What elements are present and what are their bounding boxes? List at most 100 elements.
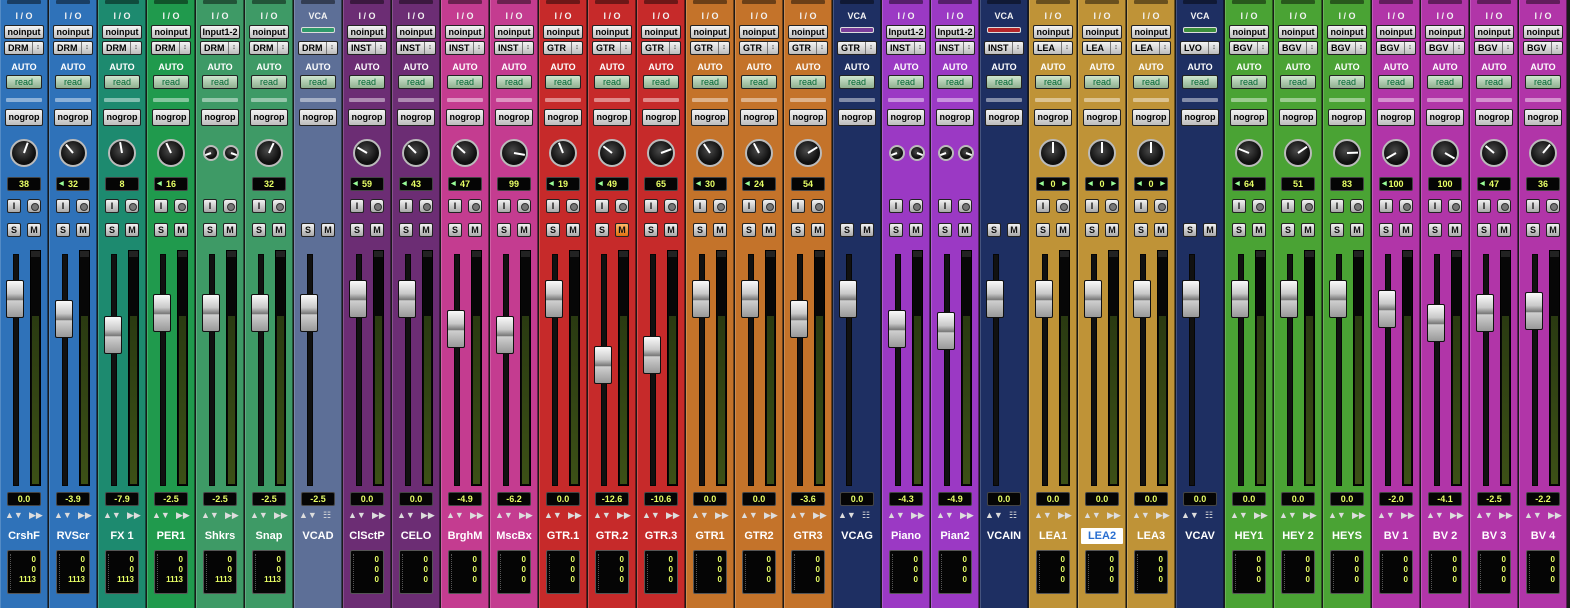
input-monitor-button[interactable]: I	[938, 199, 952, 213]
record-enable-button[interactable]	[615, 199, 629, 213]
volume-fader-handle[interactable]	[153, 294, 171, 332]
vca-assign-icon[interactable]: ☷	[323, 510, 331, 521]
volume-fader-handle[interactable]	[398, 280, 416, 318]
solo-button[interactable]: S	[791, 223, 805, 237]
mute-button[interactable]: M	[468, 223, 482, 237]
volume-fader-handle[interactable]	[349, 280, 367, 318]
track-name[interactable]: HEY 2	[1277, 528, 1319, 544]
pan-knob-icon[interactable]	[157, 139, 185, 167]
group-button[interactable]: nogrop	[593, 109, 631, 126]
output-selector[interactable]: INST ↕	[935, 41, 975, 55]
output-selector[interactable]: GTR ↕	[641, 41, 681, 55]
up-down-arrow-icon[interactable]: ▲▼	[887, 510, 905, 520]
record-enable-button[interactable]	[1350, 199, 1364, 213]
mute-button[interactable]: M	[517, 223, 531, 237]
automation-arrow-icon[interactable]: ▶▶	[519, 510, 533, 521]
pan-knob-icon[interactable]	[1137, 139, 1165, 167]
input-monitor-button[interactable]: I	[1330, 199, 1344, 213]
volume-value-display[interactable]: 0.0	[7, 492, 41, 506]
volume-value-display[interactable]: -2.5	[252, 492, 286, 506]
volume-fader-handle[interactable]	[741, 280, 759, 318]
record-enable-button[interactable]	[1105, 199, 1119, 213]
automation-arrow-icon[interactable]: ▶▶	[960, 510, 974, 521]
automation-mode-button[interactable]: read	[937, 75, 973, 89]
group-button[interactable]: nogrop	[299, 109, 337, 126]
record-enable-button[interactable]	[174, 199, 188, 213]
group-button[interactable]: nogrop	[1524, 109, 1562, 126]
volume-value-display[interactable]: 0.0	[399, 492, 433, 506]
mute-button[interactable]: M	[860, 223, 874, 237]
track-name[interactable]: GTR1	[689, 528, 731, 544]
input-monitor-button[interactable]: I	[742, 199, 756, 213]
automation-mode-button[interactable]: read	[1035, 75, 1071, 89]
volume-value-display[interactable]: -3.9	[56, 492, 90, 506]
pan-value-display[interactable]: 100	[1428, 177, 1462, 191]
automation-mode-button[interactable]: read	[6, 75, 42, 89]
group-button[interactable]: nogrop	[54, 109, 92, 126]
automation-mode-button[interactable]: read	[741, 75, 777, 89]
input-selector[interactable]: noinput	[1327, 25, 1367, 39]
track-name[interactable]: HEY1	[1228, 528, 1270, 544]
up-down-arrow-icon[interactable]: ▲▼	[5, 510, 23, 520]
solo-button[interactable]: S	[1036, 223, 1050, 237]
output-selector[interactable]: LEA ↕	[1033, 41, 1073, 55]
track-name[interactable]: GTR.1	[542, 528, 584, 544]
input-monitor-button[interactable]: I	[399, 199, 413, 213]
input-monitor-button[interactable]: I	[1134, 199, 1148, 213]
input-monitor-button[interactable]: I	[644, 199, 658, 213]
solo-button[interactable]: S	[497, 223, 511, 237]
record-enable-button[interactable]	[1056, 199, 1070, 213]
mute-button[interactable]: M	[664, 223, 678, 237]
input-selector[interactable]: noinput	[396, 25, 436, 39]
output-selector[interactable]: INST ↕	[347, 41, 387, 55]
pan-knob-icon[interactable]	[10, 139, 38, 167]
track-name[interactable]: VCAD	[297, 528, 339, 544]
volume-fader-handle[interactable]	[1133, 280, 1151, 318]
up-down-arrow-icon[interactable]: ▲▼	[397, 510, 415, 520]
output-selector[interactable]: LVO ↕	[1180, 41, 1220, 55]
solo-button[interactable]: S	[1330, 223, 1344, 237]
pan-value-display[interactable]: ◀ ▶ 0	[1085, 177, 1119, 191]
input-monitor-button[interactable]: I	[497, 199, 511, 213]
solo-button[interactable]: S	[1281, 223, 1295, 237]
mute-button[interactable]: M	[1105, 223, 1119, 237]
up-down-arrow-icon[interactable]: ▲▼	[103, 510, 121, 520]
group-button[interactable]: nogrop	[1083, 109, 1121, 126]
volume-fader-handle[interactable]	[1378, 290, 1396, 328]
track-name[interactable]: ClSctP	[346, 528, 388, 544]
up-down-arrow-icon[interactable]: ▲▼	[691, 510, 709, 520]
pan-value-display[interactable]: 32	[252, 177, 286, 191]
up-down-arrow-icon[interactable]: ▲▼	[1426, 510, 1444, 520]
group-button[interactable]: nogrop	[985, 109, 1023, 126]
group-button[interactable]: nogrop	[691, 109, 729, 126]
track-name[interactable]: GTR3	[787, 528, 829, 544]
record-enable-button[interactable]	[125, 199, 139, 213]
pan-value-display[interactable]: ◀ 47	[1477, 177, 1511, 191]
input-selector[interactable]: Input1-2	[935, 25, 975, 39]
pan-knob-icon[interactable]	[1039, 139, 1067, 167]
output-selector[interactable]: DRM ↕	[53, 41, 93, 55]
automation-mode-button[interactable]: read	[986, 75, 1022, 89]
track-name[interactable]: BV 4	[1522, 528, 1564, 544]
group-button[interactable]: nogrop	[1328, 109, 1366, 126]
group-button[interactable]: nogrop	[740, 109, 778, 126]
solo-button[interactable]: S	[1232, 223, 1246, 237]
input-selector[interactable]: noinput	[1278, 25, 1318, 39]
output-selector[interactable]: DRM ↕	[102, 41, 142, 55]
input-monitor-button[interactable]: I	[1428, 199, 1442, 213]
up-down-arrow-icon[interactable]: ▲▼	[299, 510, 317, 520]
output-selector[interactable]: GTR ↕	[592, 41, 632, 55]
solo-button[interactable]: S	[56, 223, 70, 237]
up-down-arrow-icon[interactable]: ▲▼	[1475, 510, 1493, 520]
solo-button[interactable]: S	[693, 223, 707, 237]
group-button[interactable]: nogrop	[201, 109, 239, 126]
input-monitor-button[interactable]: I	[252, 199, 266, 213]
pan-knob-icon[interactable]	[1235, 139, 1263, 167]
input-monitor-button[interactable]: I	[1036, 199, 1050, 213]
group-button[interactable]: nogrop	[348, 109, 386, 126]
input-selector[interactable]: noinput	[690, 25, 730, 39]
volume-value-display[interactable]: 0.0	[742, 492, 776, 506]
mute-button[interactable]: M	[909, 223, 923, 237]
group-button[interactable]: nogrop	[544, 109, 582, 126]
solo-button[interactable]: S	[301, 223, 315, 237]
